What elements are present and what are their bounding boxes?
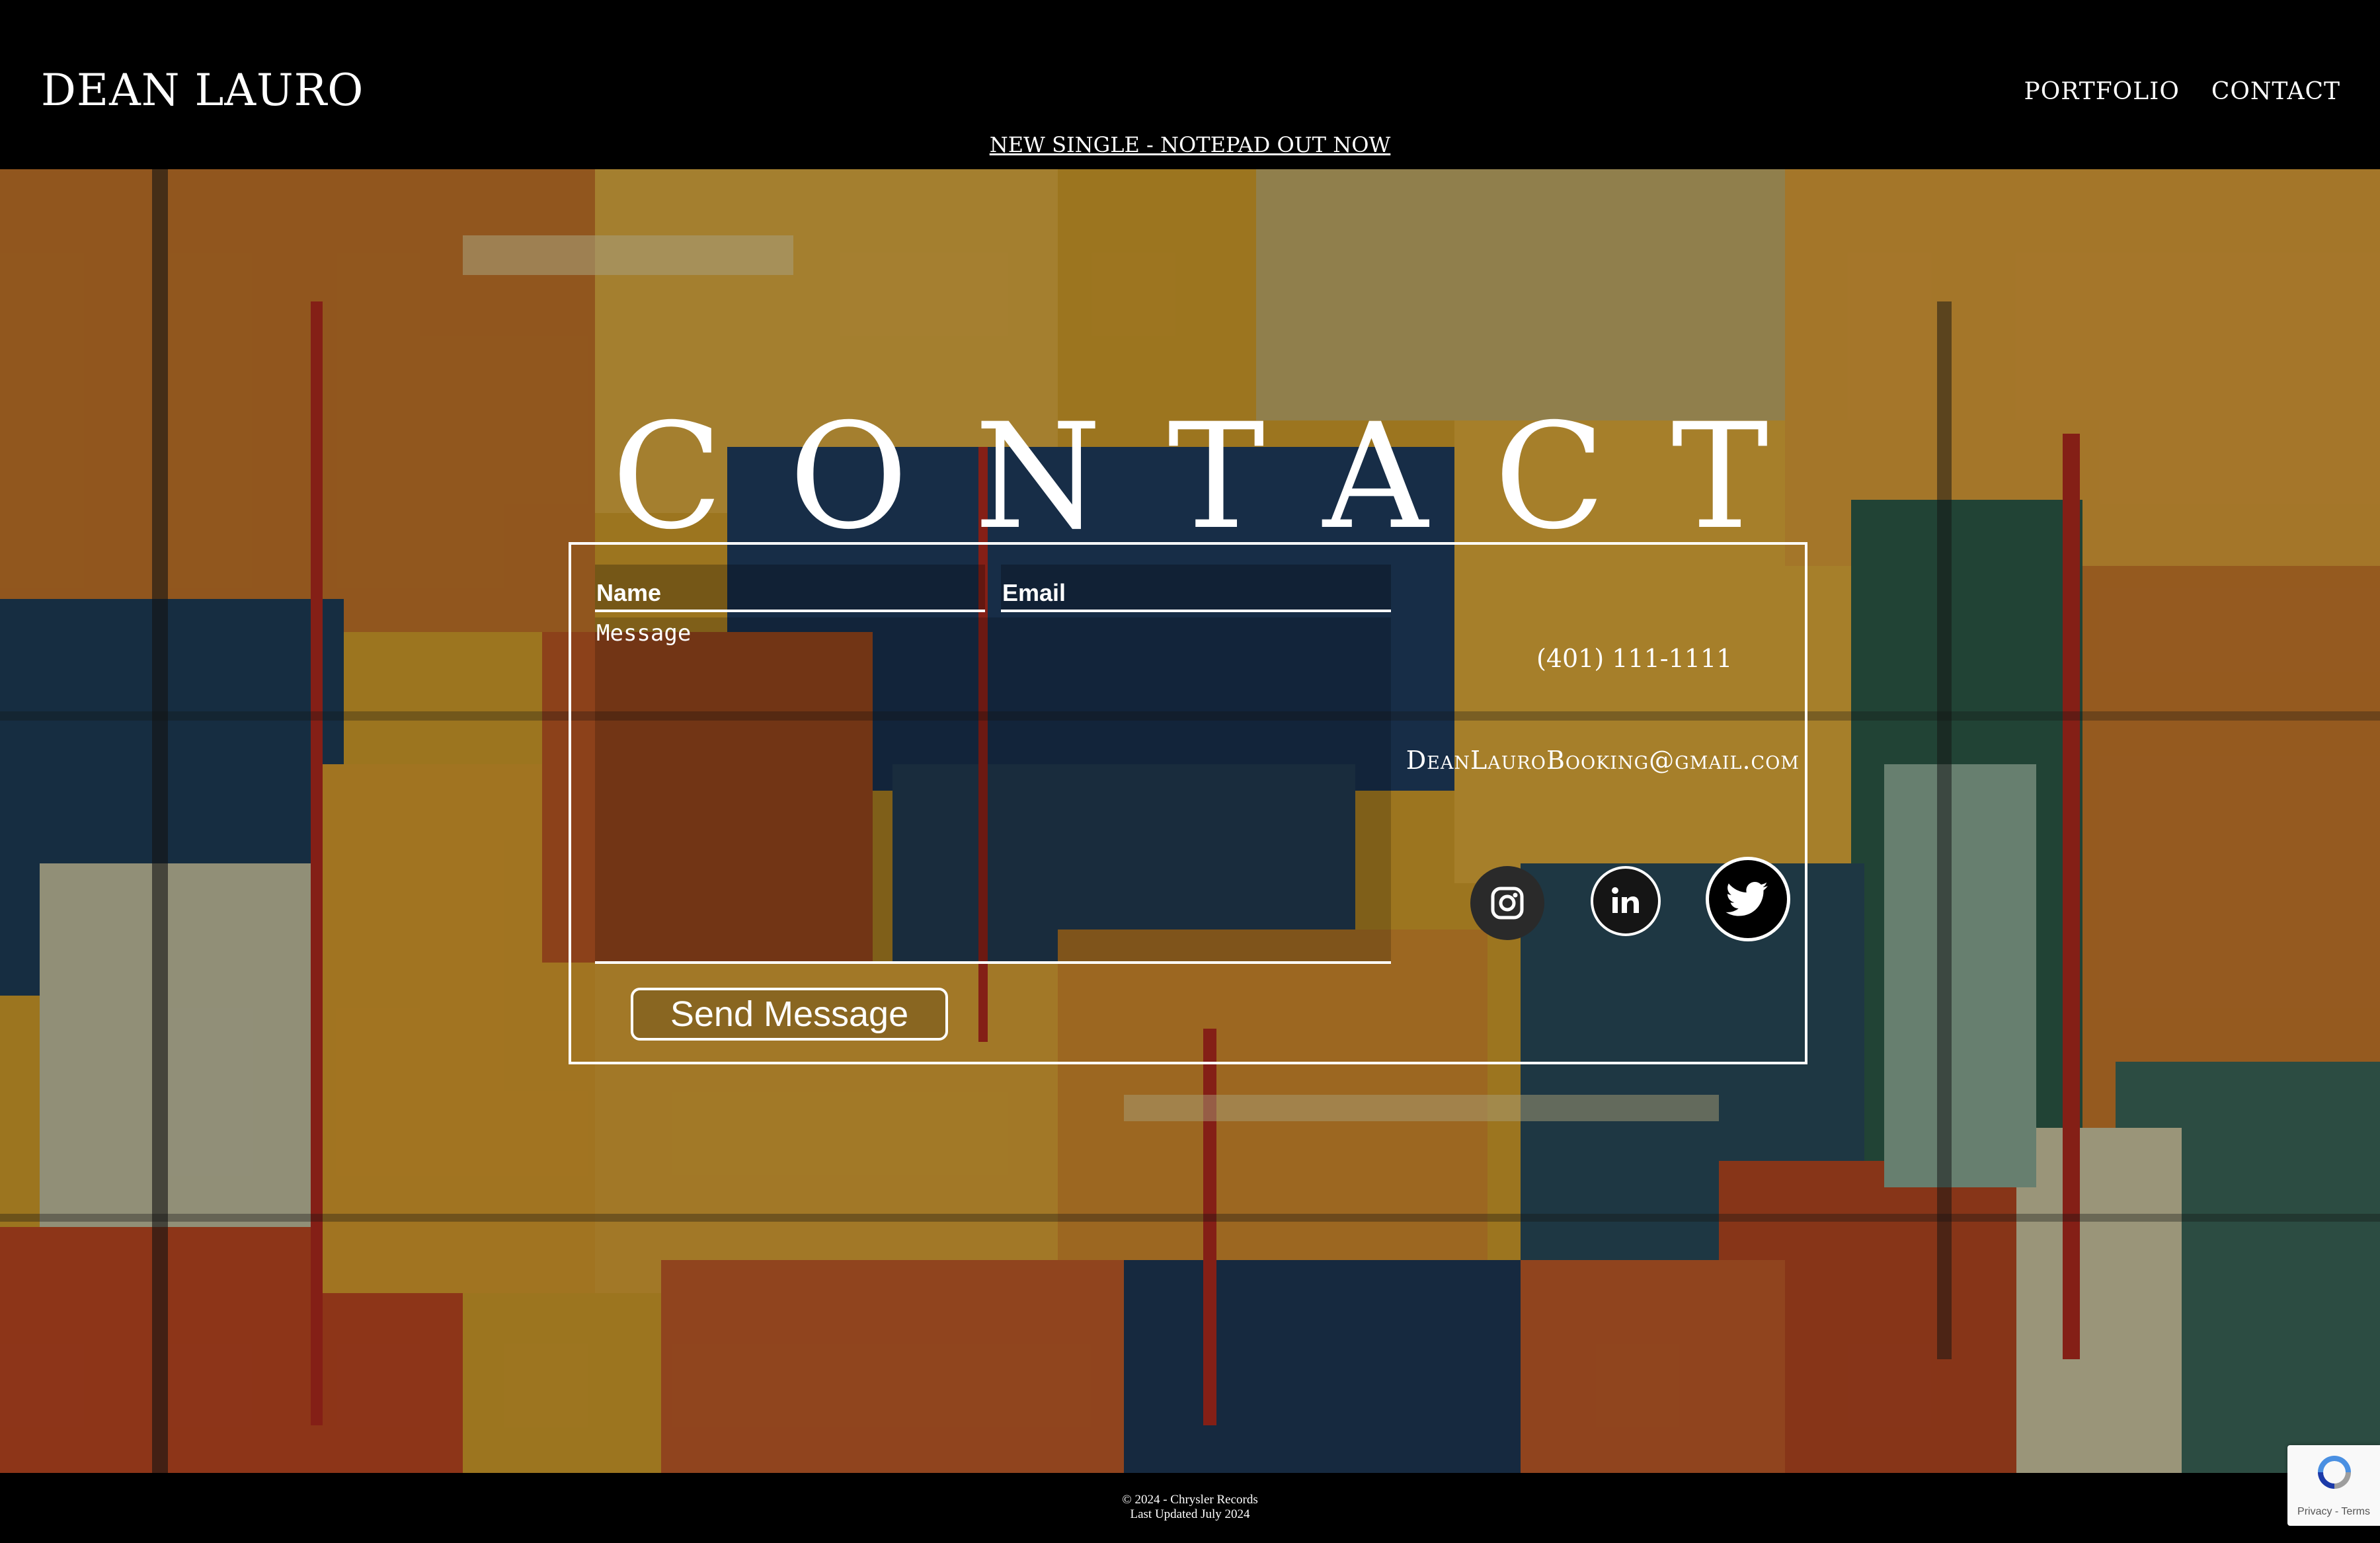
announcement-bar: NEW SINGLE - NOTEPAD OUT NOW — [0, 132, 2380, 157]
recaptcha-links[interactable]: Privacy - Terms — [2287, 1506, 2380, 1518]
twitter-icon — [1726, 882, 1768, 916]
linkedin-icon — [1612, 887, 1639, 913]
linkedin-link[interactable] — [1591, 866, 1661, 936]
main-nav: PORTFOLIO CONTACT — [2024, 78, 2340, 105]
send-message-button[interactable]: Send Message — [631, 988, 948, 1041]
instagram-link[interactable] — [1470, 866, 1544, 940]
email-field-wrapper — [1001, 565, 1391, 612]
recaptcha-badge[interactable]: Privacy - Terms — [2287, 1445, 2380, 1526]
name-input[interactable] — [595, 565, 985, 610]
email-input[interactable] — [1001, 565, 1391, 610]
message-field-wrapper — [595, 617, 1391, 964]
footer-copyright: © 2024 - Chrysler Records — [1122, 1493, 1258, 1507]
nav-contact[interactable]: CONTACT — [2211, 78, 2340, 105]
nav-portfolio[interactable]: PORTFOLIO — [2024, 78, 2179, 105]
announcement-link[interactable]: NEW SINGLE - NOTEPAD OUT NOW — [990, 132, 1391, 157]
instagram-icon — [1491, 887, 1524, 920]
twitter-link[interactable] — [1706, 857, 1790, 941]
booking-email[interactable]: DeanLauroBooking@gmail.com — [1406, 746, 1800, 775]
site-header: DEAN LAURO PORTFOLIO CONTACT NEW SINGLE … — [0, 0, 2380, 169]
message-textarea[interactable] — [595, 617, 1391, 961]
phone-number: (401) 111-1111 — [1536, 644, 1733, 673]
site-footer: © 2024 - Chrysler Records Last Updated J… — [0, 1473, 2380, 1543]
name-field-wrapper — [595, 565, 985, 612]
recaptcha-icon — [2318, 1456, 2351, 1489]
contact-box: Send Message (401) 111-1111 DeanLauroBoo… — [569, 542, 1807, 1064]
site-logo[interactable]: DEAN LAURO — [41, 65, 364, 116]
hero-section: CONTACT Send Message (401) 111-1111 Dean… — [0, 169, 2380, 1473]
social-links — [1457, 855, 1790, 941]
footer-updated: Last Updated July 2024 — [1130, 1507, 1250, 1521]
page-title: CONTACT — [612, 392, 1835, 562]
